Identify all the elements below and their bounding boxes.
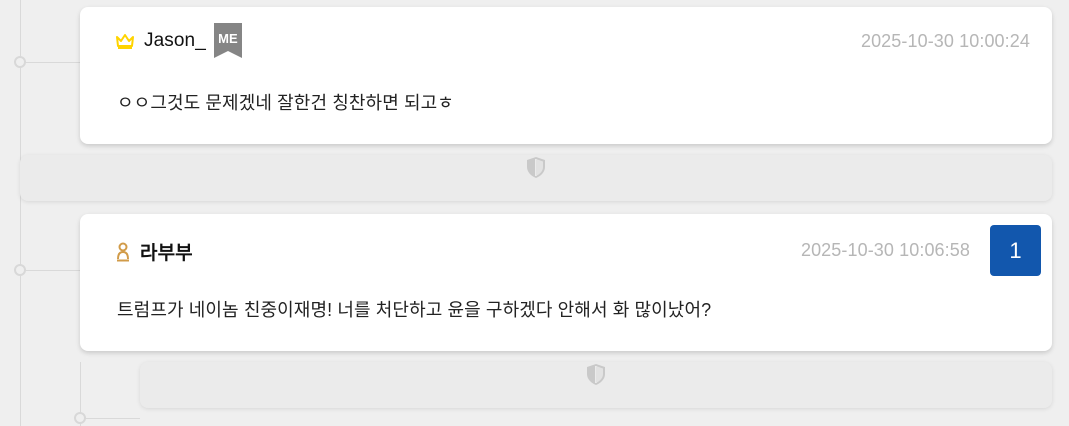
crown-icon [114,32,136,50]
shield-icon [527,157,545,178]
thread-node [14,264,26,276]
me-badge-label: ME [218,31,238,46]
thread-node [14,56,26,68]
comment-message: 트럼프가 네이놈 친중이재명! 너를 처단하고 윤을 구하겠다 안해서 화 많이… [117,300,712,320]
comment-timestamp: 2025-10-30 10:06:58 [800,240,970,260]
me-badge: ME [213,23,242,58]
comment-author: Jason_ ME [114,23,242,58]
hidden-comment[interactable] [140,362,1052,408]
comment-message: ㅇㅇ그것도 문제겠네 잘한건 칭찬하면 되고ㅎ [117,93,454,113]
thread-connector [80,418,140,419]
author-name[interactable]: Jason_ [144,30,206,52]
thread-node [74,412,86,424]
comment-author: 라부부 [114,238,193,265]
person-icon [114,242,132,262]
thread-connector [20,270,80,271]
hidden-comment[interactable] [20,155,1052,201]
shield-icon [587,364,605,385]
thread-connector [20,62,80,63]
comment-card: Jason_ ME 2025-10-30 10:00:24 ㅇㅇ그것도 문제겠네… [80,7,1052,144]
reply-count-badge[interactable]: 1 [990,225,1041,276]
comment-card: 라부부 2025-10-30 10:06:58 1 트럼프가 네이놈 친중이재명… [80,214,1052,351]
comment-timestamp: 2025-10-30 10:00:24 [860,31,1030,51]
author-name[interactable]: 라부부 [140,238,193,265]
